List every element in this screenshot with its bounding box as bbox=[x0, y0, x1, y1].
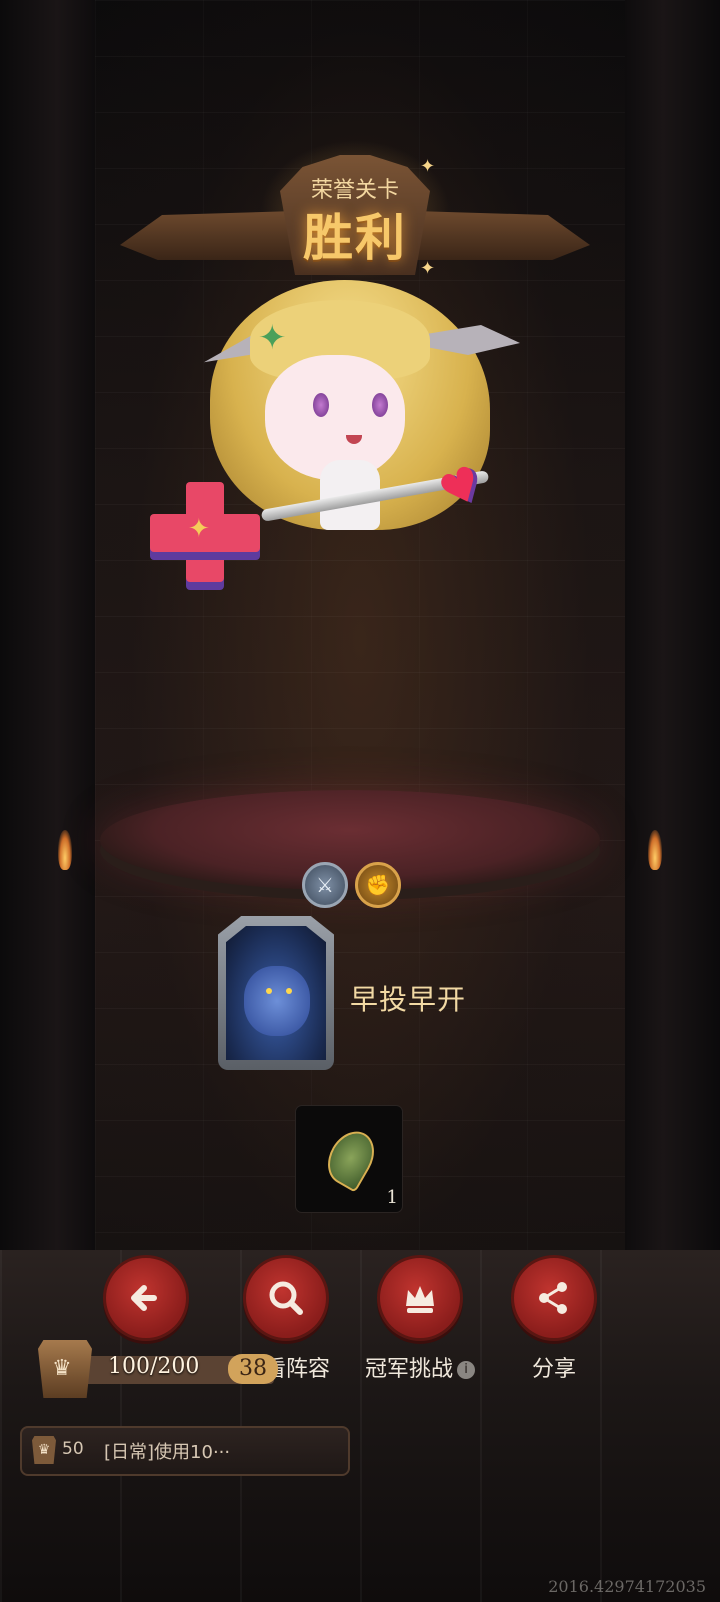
victory-banner: 荣誉关卡 胜利 ✦ ✦ bbox=[120, 140, 590, 290]
reward-item-slot[interactable]: 1 bbox=[296, 1106, 402, 1212]
strength-arm-icon[interactable]: ✊ bbox=[355, 862, 401, 908]
hero-eye-right bbox=[372, 393, 388, 417]
monster-eye bbox=[286, 988, 292, 994]
share-icon bbox=[539, 1282, 567, 1314]
quest-points: 50 bbox=[62, 1439, 84, 1459]
crossed-swords-icon[interactable]: ⚔ bbox=[302, 862, 348, 908]
hero-character: ✦ ♥ ✦ bbox=[150, 270, 540, 590]
quest-text: [日常]使用10··· bbox=[104, 1442, 231, 1463]
monster-figure bbox=[244, 966, 310, 1036]
leaf-ornament-icon: ✦ bbox=[258, 318, 287, 358]
torch-flame-icon bbox=[648, 830, 662, 870]
back-button-circle[interactable] bbox=[103, 1255, 189, 1341]
crown-badge-icon: ♛ bbox=[32, 1436, 56, 1464]
magnifier-icon bbox=[269, 1281, 303, 1315]
sparkle-icon: ✦ bbox=[188, 514, 210, 544]
level-widget[interactable]: ♛ 100/200 38 bbox=[38, 1340, 278, 1400]
level-number: 38 bbox=[228, 1354, 278, 1384]
banner-title: 胜利 bbox=[303, 209, 407, 267]
leaf-key-icon bbox=[318, 1123, 384, 1193]
level-progress-text: 100/200 bbox=[108, 1354, 200, 1379]
champion-challenge-text: 冠军挑战 bbox=[364, 1357, 453, 1382]
torch-flame-icon bbox=[58, 830, 72, 870]
quest-bar[interactable]: ♛ 50 [日常]使用10··· bbox=[20, 1426, 350, 1476]
champion-challenge-circle[interactable] bbox=[377, 1255, 463, 1341]
game-scene: 荣誉关卡 胜利 ✦ ✦ ✦ ♥ ✦ ⚔ ✊ 早投早开 1 查看阵容 冠军挑战 i… bbox=[0, 0, 720, 1602]
view-lineup-circle[interactable] bbox=[243, 1255, 329, 1341]
champion-challenge-button[interactable]: 冠军挑战 i bbox=[350, 1255, 490, 1383]
champion-challenge-label: 冠军挑战 i bbox=[350, 1351, 490, 1383]
player-avatar[interactable] bbox=[218, 916, 334, 1070]
sparkle-icon: ✦ bbox=[420, 156, 436, 177]
right-pillar bbox=[625, 0, 720, 1260]
player-name: 早投早开 bbox=[350, 983, 467, 1016]
info-icon[interactable]: i bbox=[457, 1361, 475, 1379]
crown-icon bbox=[406, 1286, 434, 1313]
crown-icon: ♛ bbox=[52, 1356, 72, 1381]
share-button-circle[interactable] bbox=[511, 1255, 597, 1341]
share-button[interactable]: 分享 bbox=[484, 1255, 624, 1383]
monster-eye bbox=[266, 988, 272, 994]
back-arrow-icon bbox=[131, 1285, 157, 1311]
share-label: 分享 bbox=[531, 1357, 576, 1382]
hero-eye-left bbox=[313, 393, 329, 417]
reward-item-count: 1 bbox=[386, 1187, 398, 1208]
debug-coordinates: 2016.42974172035 bbox=[548, 1577, 706, 1596]
left-pillar bbox=[0, 0, 95, 1260]
avatar-image bbox=[226, 926, 326, 1060]
stage-platform bbox=[100, 790, 600, 890]
level-badge: ♛ bbox=[38, 1340, 92, 1398]
